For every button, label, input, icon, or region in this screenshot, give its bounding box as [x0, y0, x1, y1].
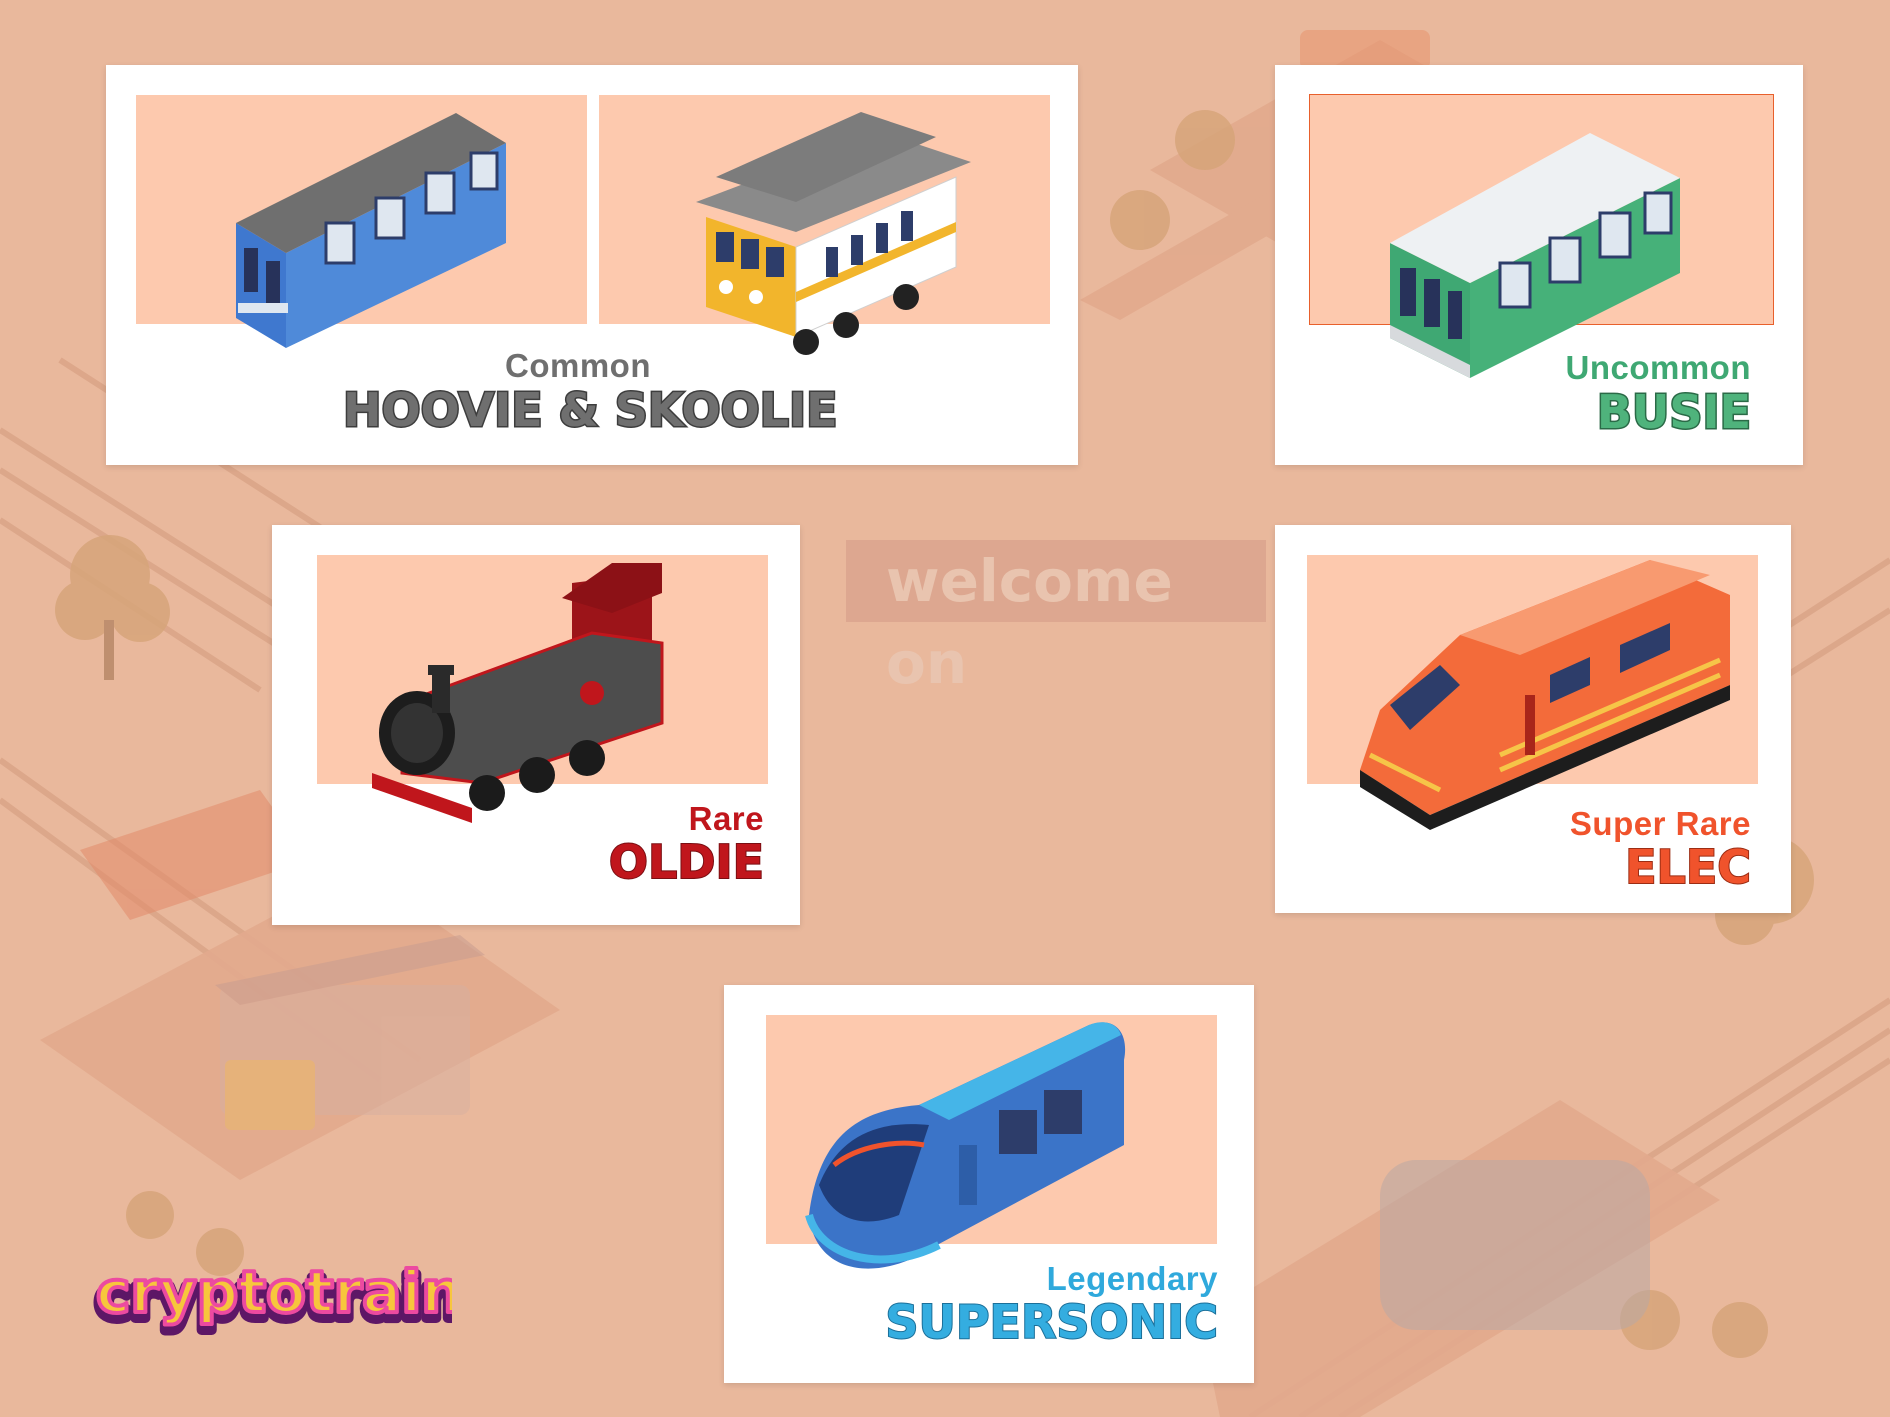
cryptotrains-logo: cryptotrains cryptotrains	[92, 1256, 452, 1337]
steam-locomotive-icon	[372, 563, 664, 823]
yellow-tram-icon	[696, 112, 971, 355]
rarity-label: Uncommon	[1565, 349, 1751, 386]
card-uncommon[interactable]: Uncommon BUSIE	[1275, 65, 1803, 465]
rarity-label: Super Rare	[1569, 805, 1751, 842]
card-common[interactable]: Common HOOVIE & SKOOLIE	[106, 65, 1078, 465]
card-legendary[interactable]: Legendary SUPERSONIC	[724, 985, 1254, 1383]
rarity-label: Legendary	[1046, 1260, 1218, 1297]
card-rare[interactable]: Rare OLDIE	[272, 525, 800, 925]
train-name: SUPERSONIC	[884, 1294, 1219, 1350]
card-super-rare[interactable]: Super Rare ELEC	[1275, 525, 1791, 913]
rarity-label: Common	[505, 347, 651, 384]
train-name: ELEC	[1624, 839, 1752, 895]
rarity-label: Rare	[688, 800, 764, 837]
blue-commuter-car-icon	[236, 113, 506, 348]
train-name: HOOVIE & SKOOLIE	[342, 382, 840, 439]
welcome-sign: welcome on	[846, 540, 1266, 697]
train-name: OLDIE	[608, 834, 765, 890]
logo-text: cryptotrains	[96, 1258, 452, 1326]
blue-bullet-train-icon	[805, 1022, 1126, 1269]
orange-electric-train-icon	[1360, 560, 1730, 830]
train-name: BUSIE	[1595, 384, 1752, 441]
